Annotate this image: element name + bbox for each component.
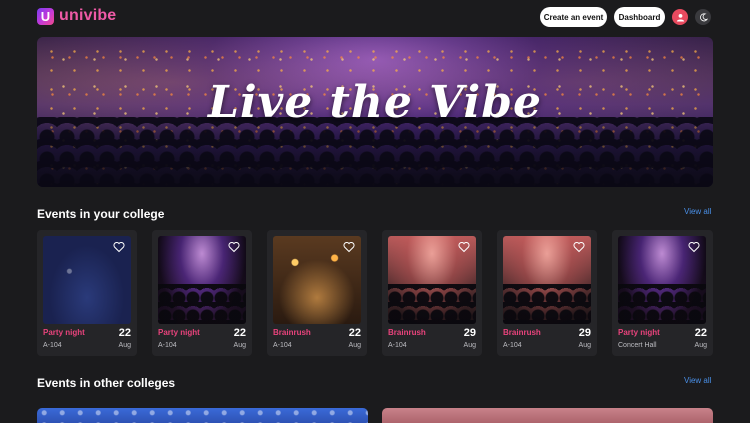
other-event-image[interactable] [37,408,368,423]
user-icon [676,13,684,22]
event-name: Party night [158,328,200,337]
view-all-other-link[interactable]: View all [684,376,711,385]
crowd-silhouette [388,284,476,324]
heart-icon[interactable] [228,241,240,253]
college-events-title: Events in your college [37,207,165,221]
event-name: Party night [618,328,660,337]
crowd-silhouette [618,284,706,324]
event-name: Brainrush [388,328,426,337]
create-event-button[interactable]: Create an event [540,7,607,27]
event-day: 22 [348,327,361,339]
event-venue: Concert Hall [618,342,657,349]
event-month: Aug [348,342,361,349]
event-month: Aug [694,342,707,349]
event-day: 22 [233,327,246,339]
other-colleges-title: Events in other colleges [37,376,176,390]
event-card[interactable]: Brainrush 29 A-104 Aug [497,230,597,356]
event-month: Aug [463,342,476,349]
heart-icon[interactable] [688,241,700,253]
crowd-silhouette [503,284,591,324]
event-card[interactable]: Brainrush 22 A-104 Aug [267,230,367,356]
event-name: Party night [43,328,85,337]
event-month: Aug [233,342,246,349]
logo-letter: U [40,9,51,24]
view-all-college-link[interactable]: View all [684,207,711,216]
event-day: 29 [463,327,476,339]
event-image [273,236,361,324]
event-image [503,236,591,324]
brand-name[interactable]: univibe [59,7,116,25]
event-venue: A-104 [388,342,407,349]
univibe-logo[interactable]: U [37,8,54,25]
dashboard-button[interactable]: Dashboard [614,7,665,27]
moon-icon [699,12,708,21]
event-venue: A-104 [503,342,522,349]
event-card[interactable]: Brainrush 29 A-104 Aug [382,230,482,356]
event-name: Brainrush [273,328,311,337]
event-venue: A-104 [158,342,177,349]
theme-toggle-button[interactable] [695,9,711,25]
event-day: 22 [118,327,131,339]
event-month: Aug [578,342,591,349]
top-nav: U univibe Create an event Dashboard [0,0,750,36]
heart-icon[interactable] [573,241,585,253]
user-avatar[interactable] [672,9,688,25]
event-month: Aug [118,342,131,349]
other-event-image[interactable] [382,408,713,423]
heart-icon[interactable] [113,241,125,253]
event-venue: A-104 [43,342,62,349]
heart-icon[interactable] [343,241,355,253]
event-image [618,236,706,324]
event-card[interactable]: Party night 22 A-104 Aug [152,230,252,356]
event-image [388,236,476,324]
crowd-silhouette [158,284,246,324]
event-day: 29 [578,327,591,339]
event-name: Brainrush [503,328,541,337]
event-card[interactable]: Party night 22 Concert Hall Aug [612,230,713,356]
college-events-list: Party night 22 A-104 Aug Party night 22 … [37,230,713,356]
event-image [43,236,131,324]
hero-title: Live the Vibe [208,77,542,128]
event-day: 22 [694,327,707,339]
hero-banner: Live the Vibe [37,37,713,187]
event-image [158,236,246,324]
heart-icon[interactable] [458,241,470,253]
event-card[interactable]: Party night 22 A-104 Aug [37,230,137,356]
event-venue: A-104 [273,342,292,349]
